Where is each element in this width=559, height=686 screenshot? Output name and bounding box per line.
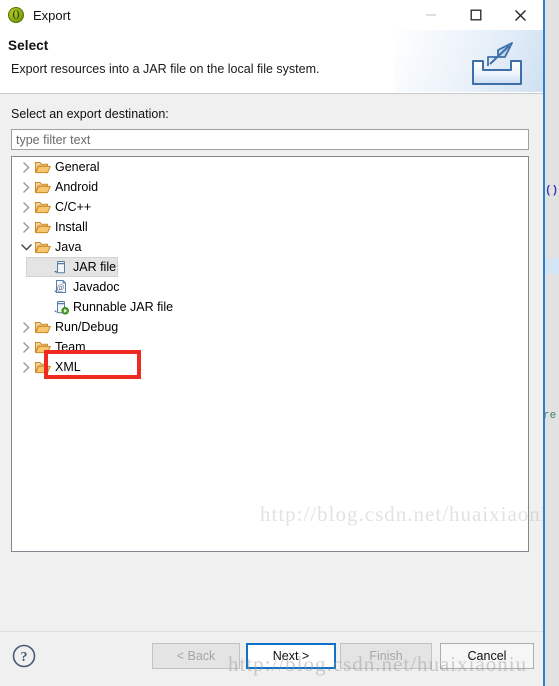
folder-icon [34, 357, 52, 377]
dialog-titlebar: () Export [0, 0, 543, 30]
destination-label: Select an export destination: [11, 107, 169, 121]
page-title: Select [8, 38, 49, 53]
folder-icon [34, 197, 52, 217]
folder-icon [34, 337, 52, 357]
tree-item-label: Runnable JAR file [73, 300, 174, 314]
folder-icon [34, 157, 52, 177]
dialog-body: Select an export destination: General And… [0, 94, 543, 631]
export-arrow-icon [468, 40, 526, 88]
finish-button[interactable]: Finish [340, 643, 432, 669]
tree-item-c-c[interactable]: C/C++ [12, 197, 528, 217]
tree-item-team[interactable]: Team [12, 337, 528, 357]
tree-item-android[interactable]: Android [12, 177, 528, 197]
tree-item-label: XML [55, 360, 81, 374]
tree-item-label: Javadoc [73, 280, 120, 294]
tree-item-runnable-jar-file[interactable]: Runnable JAR file [12, 297, 528, 317]
folder-icon [34, 177, 52, 197]
chevron-right-icon[interactable] [18, 317, 34, 337]
page-description: Export resources into a JAR file on the … [11, 62, 320, 76]
tree-item-label: C/C++ [55, 200, 92, 214]
background-code-fragment-1: () [545, 185, 559, 197]
next-button[interactable]: Next > [246, 643, 336, 669]
window-controls [408, 0, 543, 30]
chevron-right-icon[interactable] [18, 177, 34, 197]
tree-item-run-debug[interactable]: Run/Debug [12, 317, 528, 337]
close-icon[interactable] [498, 0, 543, 30]
screenshot-root: () re () Export Select Export resources … [0, 0, 559, 686]
tree-item-jar-file[interactable]: JAR file [12, 257, 528, 277]
javadoc-icon: @ [52, 277, 70, 297]
chevron-right-icon[interactable] [18, 157, 34, 177]
help-question-icon[interactable]: ? [12, 644, 36, 673]
back-button[interactable]: < Back [152, 643, 240, 669]
chevron-right-icon[interactable] [18, 357, 34, 377]
runnable-jar-icon [52, 297, 70, 317]
tree-item-label: JAR file [73, 260, 117, 274]
folder-icon [34, 217, 52, 237]
tree-item-label: Android [55, 180, 99, 194]
tree-item-label: Run/Debug [55, 320, 119, 334]
tree-item-label: Team [55, 340, 86, 354]
tree-item-label: General [55, 160, 100, 174]
svg-text:?: ? [21, 650, 28, 665]
filter-input[interactable] [11, 129, 529, 150]
chevron-right-icon[interactable] [18, 217, 34, 237]
tree-item-label: Install [55, 220, 88, 234]
tree-item-general[interactable]: General [12, 157, 528, 177]
export-dialog: () Export Select Export resources into a… [0, 0, 545, 686]
jar-icon [52, 257, 70, 277]
dialog-header: Select Export resources into a JAR file … [0, 30, 543, 94]
eclipse-export-icon: () [8, 7, 24, 23]
tree-item-label: Java [55, 240, 82, 254]
minimize-icon[interactable] [408, 0, 453, 30]
tree-item-install[interactable]: Install [12, 217, 528, 237]
maximize-icon[interactable] [453, 0, 498, 30]
tree-item-java[interactable]: Java [12, 237, 528, 257]
export-destination-tree[interactable]: General Android C/C++ Install Java JAR file @ J… [11, 156, 529, 552]
cancel-button[interactable]: Cancel [440, 643, 534, 669]
folder-icon [34, 317, 52, 337]
chevron-right-icon[interactable] [18, 197, 34, 217]
folder-icon [34, 237, 52, 257]
chevron-down-icon[interactable] [18, 237, 34, 257]
chevron-right-icon[interactable] [18, 337, 34, 357]
svg-text:@: @ [57, 283, 64, 292]
dialog-title: Export [33, 7, 71, 23]
tree-item-xml[interactable]: XML [12, 357, 528, 377]
tree-item-javadoc[interactable]: @ Javadoc [12, 277, 528, 297]
